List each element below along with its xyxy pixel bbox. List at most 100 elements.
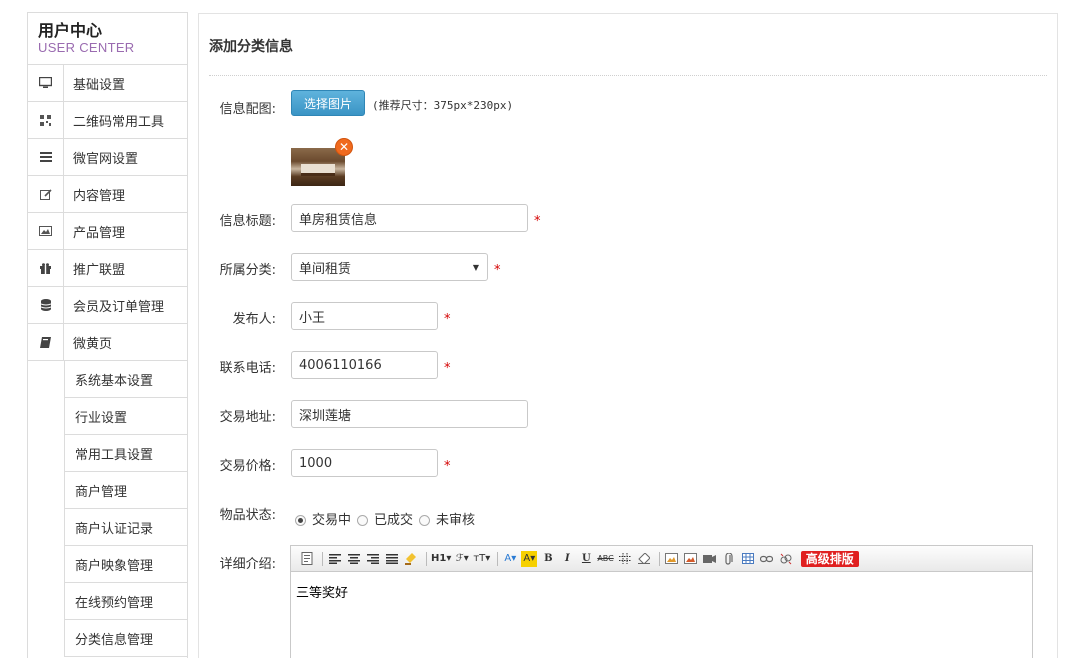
brand-subtitle: USER CENTER [38, 40, 135, 55]
subnav-classified-info-management[interactable]: 分类信息管理 [64, 620, 187, 657]
nav-item-basic-settings[interactable]: 基础设置 [28, 65, 187, 102]
heading-icon[interactable]: H1▾ [431, 551, 451, 567]
nav-item-yellow-pages[interactable]: 微黄页 [28, 324, 187, 361]
required-mark: * [444, 459, 451, 474]
required-mark: * [494, 263, 501, 278]
required-mark: * [534, 214, 541, 229]
status-option-label: 未审核 [436, 513, 476, 528]
picture-icon [28, 213, 64, 249]
toolbar-separator [322, 551, 323, 566]
highlight-color-icon[interactable]: A▾ [521, 550, 538, 567]
status-radio-unreviewed[interactable] [419, 515, 431, 526]
nav-item-member-orders[interactable]: 会员及订单管理 [28, 287, 187, 324]
publisher-label: 发布人: [232, 312, 276, 327]
toolbar-separator [497, 551, 499, 566]
qrcode-icon [28, 102, 64, 138]
phone-label: 联系电话: [219, 361, 276, 376]
category-select[interactable]: 单间租赁 ▼ [291, 253, 488, 281]
toolbar-separator [658, 551, 660, 566]
title-input[interactable]: 单房租赁信息 [291, 204, 528, 232]
price-input[interactable]: 1000 [291, 449, 438, 477]
brand-title: 用户中心 [38, 21, 103, 40]
subnav-merchant-management[interactable]: 商户管理 [64, 472, 187, 509]
subnav-industry-settings[interactable]: 行业设置 [64, 398, 187, 435]
nav-label: 产品管理 [73, 225, 126, 241]
upload-size-hint: (推荐尺寸：375px*230px) [372, 99, 514, 112]
title-label: 信息标题: [219, 214, 276, 229]
insert-table-icon[interactable] [740, 551, 756, 567]
required-mark: * [444, 361, 451, 376]
nav-item-promotion-alliance[interactable]: 推广联盟 [28, 250, 187, 287]
clear-format-brush-icon[interactable] [403, 551, 419, 567]
nav-item-content-management[interactable]: 内容管理 [28, 176, 187, 213]
page-title: 添加分类信息 [209, 39, 293, 55]
insert-link-icon[interactable] [759, 551, 775, 567]
rich-text-editor: H1▾ ℱ▾ тT▾ A▾ A▾ B I U ABC 高级排版 三等奖好 [290, 545, 1033, 658]
italic-icon[interactable]: I [559, 551, 575, 567]
status-label: 物品状态: [219, 508, 276, 523]
font-size-icon[interactable]: тT▾ [473, 551, 490, 567]
nav-label: 推广联盟 [73, 262, 126, 278]
insert-image-icon[interactable] [664, 551, 680, 567]
nav-label: 内容管理 [73, 188, 126, 204]
status-option-label: 交易中 [312, 513, 352, 528]
edit-icon [28, 176, 64, 212]
editor-toolbar: H1▾ ℱ▾ тT▾ A▾ A▾ B I U ABC 高级排版 [291, 546, 1032, 572]
nav-item-product-management[interactable]: 产品管理 [28, 213, 187, 250]
status-option-label: 已成交 [374, 513, 414, 528]
database-icon [28, 287, 64, 323]
select-image-button[interactable]: 选择图片 [291, 90, 365, 116]
align-justify-icon[interactable] [384, 551, 400, 567]
publisher-input[interactable]: 小王 [291, 302, 438, 330]
monitor-icon [28, 65, 64, 101]
nav-label: 微官网设置 [73, 151, 139, 167]
unlink-icon[interactable] [778, 551, 794, 567]
subnav-common-tools-settings[interactable]: 常用工具设置 [64, 435, 187, 472]
category-label: 所属分类: [219, 263, 276, 278]
address-input[interactable]: 深圳莲塘 [291, 400, 528, 428]
status-radio-trading[interactable] [295, 515, 306, 526]
attachment-icon[interactable] [721, 551, 737, 567]
brand: 用户中心 USER CENTER [28, 13, 187, 65]
price-label: 交易价格: [219, 459, 276, 474]
nav-label: 二维码常用工具 [73, 114, 165, 130]
align-right-icon[interactable] [365, 551, 381, 567]
address-label: 交易地址: [219, 410, 276, 425]
align-left-icon[interactable] [327, 551, 343, 567]
status-radio-completed[interactable] [357, 515, 369, 526]
editor-content[interactable]: 三等奖好 [291, 572, 1032, 611]
nav-item-microsite-settings[interactable]: 微官网设置 [28, 139, 187, 176]
nav-label: 会员及订单管理 [73, 299, 165, 315]
align-center-icon[interactable] [346, 551, 362, 567]
bold-icon[interactable]: B [540, 551, 556, 567]
subnav-online-booking[interactable]: 在线预约管理 [64, 583, 187, 620]
phone-input[interactable]: 4006110166 [291, 351, 438, 379]
advanced-layout-button[interactable]: 高级排版 [800, 550, 859, 567]
table-grid-icon[interactable] [617, 551, 633, 567]
required-mark: * [444, 312, 451, 327]
subnav-merchant-image-management[interactable]: 商户映象管理 [64, 546, 187, 583]
dropdown-arrow-icon: ▼ [472, 263, 479, 272]
strikethrough-icon[interactable]: ABC [597, 551, 613, 567]
insert-gallery-icon[interactable] [683, 551, 699, 567]
eraser-icon[interactable] [636, 551, 652, 567]
nav-label: 微黄页 [73, 336, 113, 352]
insert-video-icon[interactable] [702, 551, 718, 567]
subnav-system-basic-settings[interactable]: 系统基本设置 [64, 361, 187, 398]
font-family-icon[interactable]: ℱ▾ [454, 551, 470, 567]
main-panel: 添加分类信息 信息配图: 选择图片 (推荐尺寸：375px*230px) ✕ 信… [198, 13, 1058, 658]
sidebar: 用户中心 USER CENTER 基础设置 二维码常用工具 微官网设置 内容管理… [27, 12, 188, 658]
underline-icon[interactable]: U [578, 551, 594, 567]
toolbar-separator [426, 551, 427, 566]
subnav-merchant-certification[interactable]: 商户认证记录 [64, 509, 187, 546]
nav-item-qrcode-tools[interactable]: 二维码常用工具 [28, 102, 187, 139]
status-radio-group: 交易中 已成交 未审核 [289, 509, 475, 528]
list-icon [28, 139, 64, 175]
gift-icon [28, 250, 64, 286]
remove-image-icon[interactable]: ✕ [335, 138, 353, 156]
title-divider [209, 75, 1047, 76]
book-icon [28, 324, 64, 360]
source-code-icon[interactable] [299, 551, 315, 567]
detail-label: 详细介绍: [219, 557, 276, 572]
font-color-icon[interactable]: A▾ [502, 551, 518, 567]
